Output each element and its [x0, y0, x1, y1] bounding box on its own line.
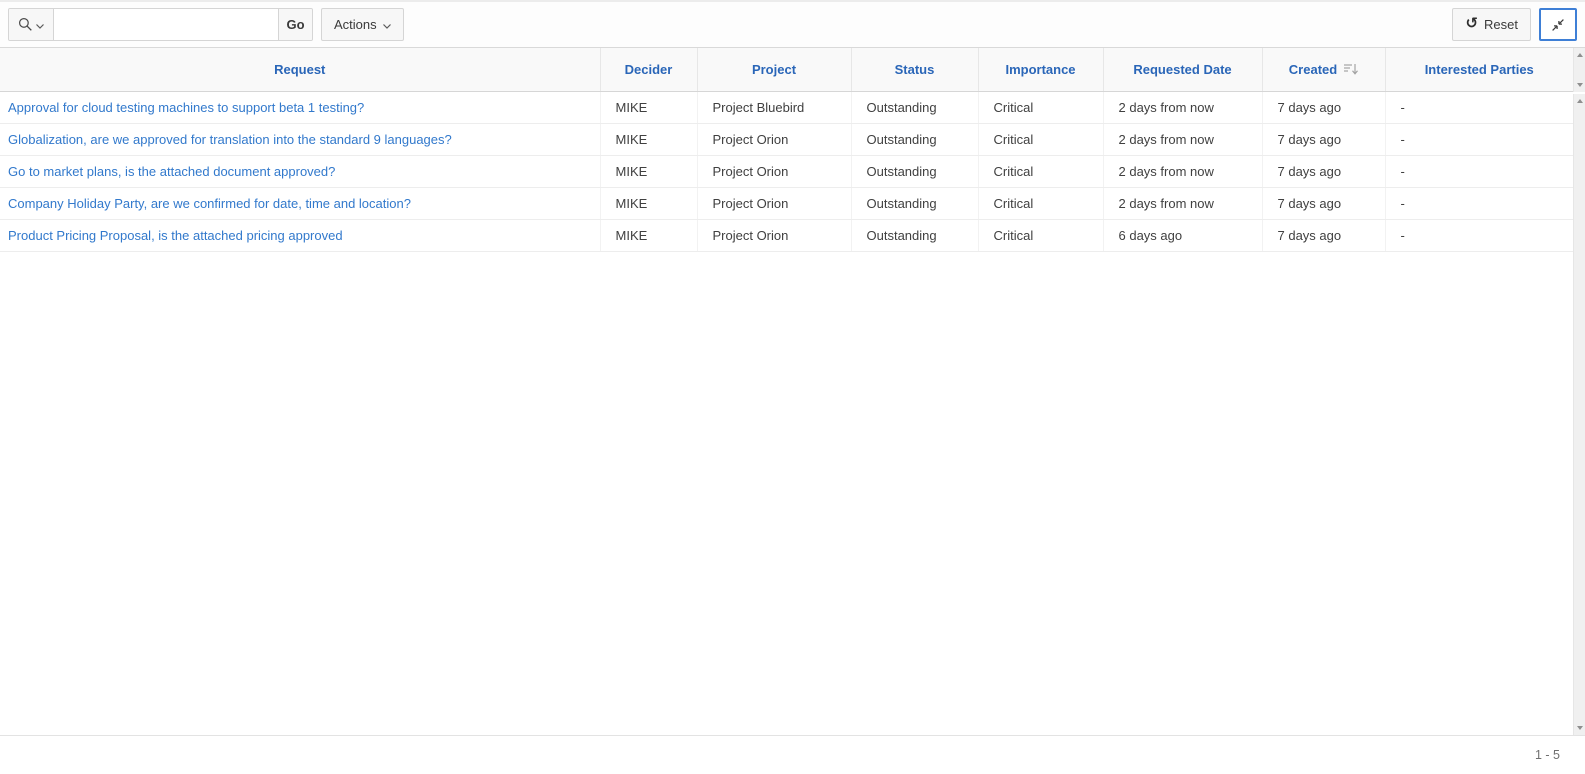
column-header-label: Project — [752, 62, 796, 77]
cell-created: 7 days ago — [1262, 219, 1385, 251]
report-region: Request Decider Project Status Importance Req… — [0, 48, 1573, 735]
table-row: Product Pricing Proposal, is the attache… — [0, 219, 1573, 251]
column-header-interested_parties[interactable]: Interested Parties — [1385, 48, 1573, 91]
cell-status: Outstanding — [851, 219, 978, 251]
cell-interested_parties: - — [1385, 123, 1573, 155]
cell-interested_parties: - — [1385, 91, 1573, 123]
column-header-label: Interested Parties — [1425, 62, 1534, 77]
request-link[interactable]: Approval for cloud testing machines to s… — [8, 100, 364, 115]
cell-request: Go to market plans, is the attached docu… — [0, 155, 600, 187]
cell-project: Project Orion — [697, 123, 851, 155]
cell-decider: MIKE — [600, 123, 697, 155]
cell-project: Project Orion — [697, 187, 851, 219]
cell-created: 7 days ago — [1262, 123, 1385, 155]
scroll-down-icon — [1577, 83, 1583, 87]
column-header-request[interactable]: Request — [0, 48, 600, 91]
cell-interested_parties: - — [1385, 155, 1573, 187]
vertical-scrollbar[interactable] — [1573, 48, 1585, 735]
toolbar-right: ↺ Reset — [1452, 8, 1577, 41]
chevron-down-icon — [36, 17, 44, 32]
column-header-label: Decider — [625, 62, 673, 77]
request-link[interactable]: Globalization, are we approved for trans… — [8, 132, 452, 147]
request-link[interactable]: Go to market plans, is the attached docu… — [8, 164, 335, 179]
magnifier-icon — [18, 17, 33, 32]
search-group: Go — [8, 8, 313, 41]
actions-button-label: Actions — [334, 17, 377, 32]
table-row: Globalization, are we approved for trans… — [0, 123, 1573, 155]
reset-button[interactable]: ↺ Reset — [1452, 8, 1531, 41]
table-row: Go to market plans, is the attached docu… — [0, 155, 1573, 187]
cell-project: Project Orion — [697, 219, 851, 251]
pagination-range: 1 - 5 — [1535, 748, 1560, 762]
column-header-status[interactable]: Status — [851, 48, 978, 91]
cell-project: Project Orion — [697, 155, 851, 187]
cell-decider: MIKE — [600, 219, 697, 251]
scroll-down-icon — [1577, 726, 1583, 730]
cell-decider: MIKE — [600, 91, 697, 123]
cell-request: Globalization, are we approved for trans… — [0, 123, 600, 155]
column-header-label: Status — [895, 62, 935, 77]
search-input[interactable] — [54, 9, 278, 40]
body-scrollbar-track[interactable] — [1573, 94, 1585, 735]
column-header-requested_date[interactable]: Requested Date — [1103, 48, 1262, 91]
column-header-label: Requested Date — [1133, 62, 1231, 77]
cell-decider: MIKE — [600, 187, 697, 219]
cell-importance: Critical — [978, 91, 1103, 123]
interactive-report-table: Request Decider Project Status Importance Req… — [0, 48, 1573, 252]
grid-header-row: Request Decider Project Status Importance Req… — [0, 48, 1573, 91]
cell-importance: Critical — [978, 187, 1103, 219]
actions-button[interactable]: Actions — [321, 8, 404, 41]
request-link[interactable]: Company Holiday Party, are we confirmed … — [8, 196, 411, 211]
search-options-button[interactable] — [9, 9, 54, 40]
cell-interested_parties: - — [1385, 219, 1573, 251]
search-toolbar: Go Actions ↺ Reset — [0, 0, 1585, 48]
cell-status: Outstanding — [851, 155, 978, 187]
column-header-label: Request — [274, 62, 325, 77]
column-header-created[interactable]: Created — [1262, 48, 1385, 91]
cell-created: 7 days ago — [1262, 187, 1385, 219]
cell-request: Company Holiday Party, are we confirmed … — [0, 187, 600, 219]
cell-interested_parties: - — [1385, 187, 1573, 219]
sort-descending-icon — [1343, 63, 1358, 76]
cell-requested_date: 2 days from now — [1103, 187, 1262, 219]
column-header-label: Importance — [1005, 62, 1075, 77]
collapse-icon — [1549, 16, 1567, 34]
cell-status: Outstanding — [851, 187, 978, 219]
cell-requested_date: 2 days from now — [1103, 155, 1262, 187]
cell-requested_date: 2 days from now — [1103, 123, 1262, 155]
cell-importance: Critical — [978, 123, 1103, 155]
request-link[interactable]: Product Pricing Proposal, is the attache… — [8, 228, 343, 243]
report-footer: 1 - 5 — [0, 735, 1585, 774]
cell-requested_date: 6 days ago — [1103, 219, 1262, 251]
column-header-project[interactable]: Project — [697, 48, 851, 91]
reset-button-label: Reset — [1484, 17, 1518, 32]
cell-request: Approval for cloud testing machines to s… — [0, 91, 600, 123]
table-row: Company Holiday Party, are we confirmed … — [0, 187, 1573, 219]
cell-decider: MIKE — [600, 155, 697, 187]
grid-body: Approval for cloud testing machines to s… — [0, 91, 1573, 251]
cell-created: 7 days ago — [1262, 155, 1385, 187]
cell-created: 7 days ago — [1262, 91, 1385, 123]
cell-status: Outstanding — [851, 91, 978, 123]
scroll-up-icon — [1577, 53, 1583, 57]
cell-project: Project Bluebird — [697, 91, 851, 123]
collapse-region-button[interactable] — [1539, 8, 1577, 41]
cell-requested_date: 2 days from now — [1103, 91, 1262, 123]
header-scrollbar-track[interactable] — [1573, 48, 1585, 92]
column-header-importance[interactable]: Importance — [978, 48, 1103, 91]
cell-request: Product Pricing Proposal, is the attache… — [0, 219, 600, 251]
reset-icon: ↺ — [1465, 16, 1478, 31]
cell-importance: Critical — [978, 219, 1103, 251]
table-row: Approval for cloud testing machines to s… — [0, 91, 1573, 123]
scroll-up-icon — [1577, 99, 1583, 103]
column-header-decider[interactable]: Decider — [600, 48, 697, 91]
cell-importance: Critical — [978, 155, 1103, 187]
go-button[interactable]: Go — [278, 9, 312, 40]
column-header-label: Created — [1289, 62, 1337, 77]
cell-status: Outstanding — [851, 123, 978, 155]
chevron-down-icon — [383, 17, 391, 32]
